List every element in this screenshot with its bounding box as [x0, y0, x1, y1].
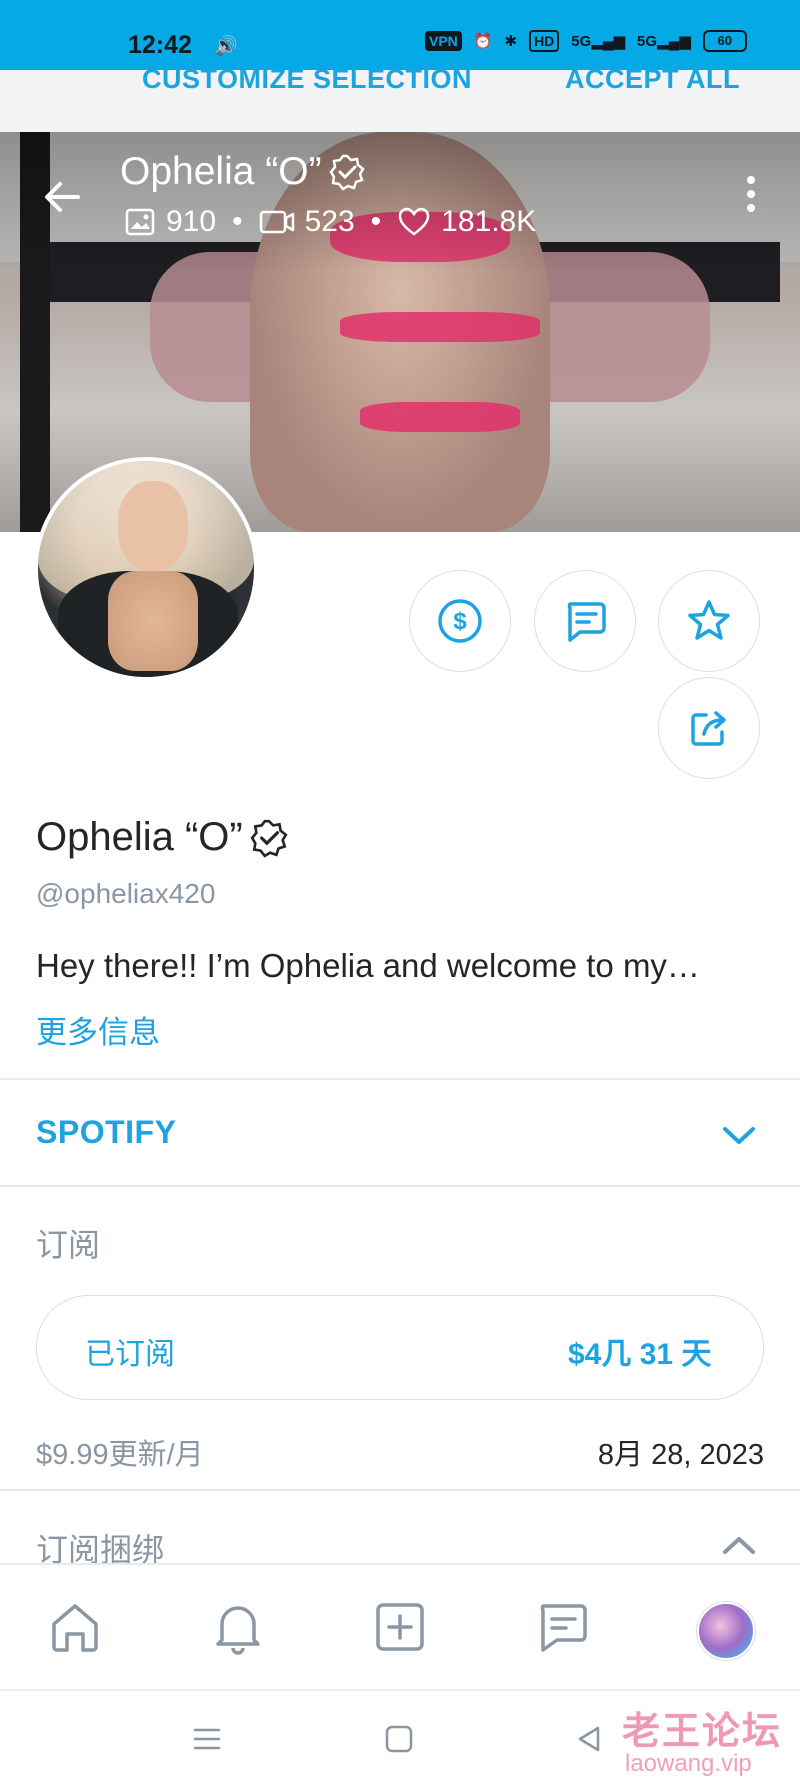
message-button[interactable]	[534, 570, 636, 672]
header-title: Ophelia “O”	[120, 150, 366, 194]
volume-icon: 🔊	[214, 36, 238, 57]
chevron-down-icon[interactable]	[720, 1120, 758, 1150]
verified-icon	[329, 154, 365, 191]
profile-name-text: Ophelia “O”	[36, 815, 243, 859]
menu-icon[interactable]	[190, 1722, 224, 1756]
cover-lace	[360, 402, 520, 432]
home-square-icon[interactable]	[382, 1722, 416, 1756]
signal-1-label: 5G	[571, 33, 592, 50]
separator-dot: •	[370, 205, 382, 238]
alarm-icon: ⏰	[473, 33, 493, 50]
share-icon	[691, 711, 726, 746]
avatar-skin	[108, 571, 198, 671]
arrow-left-icon	[45, 182, 80, 212]
send-tip-button[interactable]: $	[409, 570, 511, 672]
subscribed-status: 已订阅	[85, 1338, 175, 1371]
image-icon	[125, 208, 155, 236]
header-title-text: Ophelia “O”	[120, 150, 322, 193]
share-button[interactable]	[658, 677, 760, 779]
verified-icon	[250, 819, 288, 858]
nav-home[interactable]	[45, 1597, 105, 1657]
watermark-text: 老王论坛	[622, 1711, 783, 1753]
header-stats: 910 • 523 • 181.8K	[124, 205, 536, 239]
vpn-badge: VPN	[425, 31, 462, 51]
signal-2-label: 5G	[637, 33, 658, 50]
watermark-url: laowang.vip	[625, 1750, 752, 1777]
cover-lace	[340, 312, 540, 342]
separator-dot: •	[232, 205, 243, 238]
divider	[0, 1489, 800, 1491]
chevron-up-icon[interactable]	[720, 1530, 758, 1560]
nav-messages[interactable]	[532, 1597, 592, 1657]
status-time: 12:42	[128, 31, 192, 59]
back-button[interactable]	[38, 173, 86, 221]
profile-name: Ophelia “O”	[36, 815, 289, 860]
videos-count: 523	[304, 205, 355, 238]
dollar-circle-icon: $	[438, 599, 482, 643]
svg-text:$: $	[453, 608, 467, 635]
hd-badge: HD	[529, 30, 560, 52]
avatar-face	[118, 481, 188, 571]
bluetooth-icon: ✱	[504, 33, 518, 50]
more-options-button[interactable]	[736, 172, 766, 216]
nav-notifications[interactable]	[208, 1597, 268, 1657]
more-info-link[interactable]: 更多信息	[36, 1007, 160, 1052]
home-icon	[52, 1604, 98, 1652]
customize-selection-button[interactable]: CUSTOMIZE SELECTION	[142, 70, 472, 95]
cookie-banner: CUSTOMIZE SELECTION ACCEPT ALL	[0, 70, 800, 132]
nav-profile-avatar[interactable]	[697, 1602, 755, 1660]
renewal-date: 8月 28, 2023	[597, 1439, 764, 1471]
kebab-menu-icon	[747, 176, 755, 212]
star-icon	[688, 600, 730, 640]
renewal-price: $9.99更新/月	[36, 1439, 204, 1471]
accept-all-button[interactable]: ACCEPT ALL	[565, 70, 740, 95]
profile-bio: Hey there!! I’m Ophelia and welcome to m…	[36, 947, 700, 984]
subscription-price: $4几 31 天	[568, 1338, 712, 1371]
status-icons: VPN ⏰ ✱ HD 5G▂▄▆ 5G▂▄▆ 60	[425, 30, 747, 52]
plus-square-icon	[376, 1603, 424, 1651]
message-icon	[540, 1604, 587, 1652]
avatar[interactable]	[34, 457, 258, 681]
heart-icon	[398, 207, 430, 236]
bell-icon	[216, 1606, 260, 1655]
message-icon	[567, 602, 606, 642]
profile-handle: @opheliax420	[36, 878, 216, 909]
likes-count: 181.8K	[441, 205, 537, 238]
battery-icon: 60	[702, 30, 747, 52]
back-triangle-icon[interactable]	[572, 1722, 606, 1756]
nav-create-post[interactable]	[370, 1597, 430, 1657]
subscription-section-label: 订阅	[36, 1227, 101, 1263]
photos-count: 910	[166, 205, 217, 238]
favorite-button[interactable]	[658, 570, 760, 672]
divider	[0, 1185, 800, 1187]
signal-icon-1: 5G▂▄▆	[571, 33, 626, 50]
status-bar: 12:42 🔊 VPN ⏰ ✱ HD 5G▂▄▆ 5G▂▄▆ 60	[0, 0, 800, 70]
spotify-label: SPOTIFY	[36, 1114, 177, 1150]
signal-icon-2: 5G▂▄▆	[637, 33, 691, 50]
video-icon	[259, 210, 294, 234]
